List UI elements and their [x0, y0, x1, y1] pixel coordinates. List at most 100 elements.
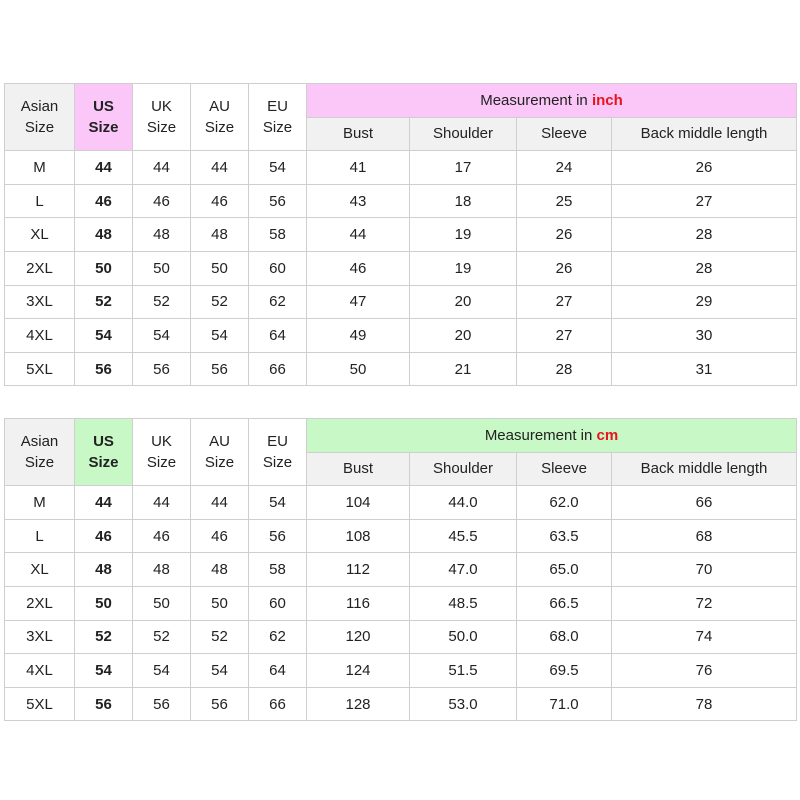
- cell-back-middle-length: 26: [611, 150, 797, 185]
- cell-sleeve: 68.0: [516, 619, 612, 655]
- cell-bust: 41: [306, 150, 410, 185]
- cell-bust: 116: [306, 585, 410, 621]
- cell-au-size: 44: [190, 485, 249, 520]
- header-eu-size: EU Size: [248, 82, 307, 152]
- cell-asian-size: M: [4, 150, 75, 185]
- cell-uk-size: 56: [132, 686, 191, 722]
- cell-shoulder: 20: [409, 318, 517, 353]
- measurement-prefix: Measurement in: [480, 91, 592, 109]
- cell-back-middle-length: 68: [610, 518, 798, 554]
- measurement-prefix: Measurement in: [484, 426, 597, 444]
- cell-au-size: 44: [190, 150, 249, 185]
- cell-uk-size: 54: [132, 653, 191, 688]
- cell-shoulder: 20: [409, 284, 517, 320]
- table-row: 4XL 54 54 54 64 49 20 27 30: [4, 318, 797, 353]
- cell-eu-size: 60: [248, 250, 307, 286]
- cell-asian-size: 3XL: [4, 619, 75, 655]
- cell-sleeve: 24: [516, 150, 612, 185]
- header-bust: Bust: [306, 451, 410, 487]
- cell-shoulder: 18: [409, 183, 517, 219]
- cell-asian-size: 5XL: [4, 351, 75, 387]
- header-back-middle-length: Back middle length: [610, 451, 798, 487]
- header-text: EU: [267, 98, 288, 116]
- cell-asian-size: M: [4, 485, 75, 520]
- header-text: Size: [24, 119, 55, 137]
- cell-us-size: 54: [74, 653, 133, 688]
- cell-asian-size: 3XL: [4, 284, 75, 320]
- header-text: EU: [267, 433, 288, 451]
- cell-sleeve: 62.0: [516, 485, 612, 520]
- cell-shoulder: 47.0: [409, 552, 517, 587]
- table-row: 4XL 54 54 54 64 124 51.5 69.5 76: [4, 653, 798, 688]
- size-table-inch: Asian Size US Size UK Size AU Size EU Si…: [4, 82, 797, 387]
- header-us-size: US Size: [74, 82, 133, 152]
- table-row: M 44 44 44 54 41 17 24 26: [4, 150, 797, 185]
- header-text: Size: [24, 454, 55, 472]
- cell-eu-size: 54: [248, 485, 307, 520]
- cell-eu-size: 64: [248, 653, 307, 688]
- cell-eu-size: 54: [248, 150, 307, 185]
- header-text: Size: [146, 454, 177, 472]
- cell-eu-size: 60: [248, 585, 307, 621]
- header-text: Asian: [20, 98, 59, 116]
- cell-us-size: 46: [74, 183, 133, 219]
- cell-back-middle-length: 70: [610, 552, 798, 587]
- cell-us-size: 52: [74, 284, 133, 320]
- cell-eu-size: 62: [248, 619, 307, 655]
- cell-eu-size: 56: [248, 183, 307, 219]
- header-eu-size: EU Size: [248, 417, 307, 487]
- cell-asian-size: 2XL: [4, 585, 75, 621]
- cell-asian-size: XL: [4, 552, 75, 587]
- cell-au-size: 48: [190, 552, 249, 587]
- cell-au-size: 46: [190, 518, 249, 554]
- cell-sleeve: 26: [516, 217, 612, 252]
- table-row: 2XL 50 50 50 60 116 48.5 66.5 72: [4, 585, 798, 621]
- cell-uk-size: 52: [132, 619, 191, 655]
- cell-uk-size: 54: [132, 318, 191, 353]
- header-text: Size: [204, 119, 235, 137]
- header-text: Size: [262, 119, 293, 137]
- cell-au-size: 50: [190, 585, 249, 621]
- header-us-size: US Size: [74, 417, 133, 487]
- table-row: XL 48 48 48 58 44 19 26 28: [4, 217, 797, 252]
- header-sleeve: Sleeve: [516, 116, 612, 152]
- cell-au-size: 52: [190, 619, 249, 655]
- cell-sleeve: 63.5: [516, 518, 612, 554]
- cell-bust: 112: [306, 552, 410, 587]
- cell-us-size: 48: [74, 552, 133, 587]
- table-row: L 46 46 46 56 108 45.5 63.5 68: [4, 518, 798, 554]
- cell-bust: 44: [306, 217, 410, 252]
- cell-uk-size: 48: [132, 552, 191, 587]
- cell-au-size: 56: [190, 686, 249, 722]
- cell-asian-size: L: [4, 518, 75, 554]
- cell-bust: 124: [306, 653, 410, 688]
- cell-shoulder: 44.0: [409, 485, 517, 520]
- cell-asian-size: 2XL: [4, 250, 75, 286]
- cell-back-middle-length: 76: [610, 653, 798, 688]
- cell-sleeve: 66.5: [516, 585, 612, 621]
- cell-us-size: 50: [74, 250, 133, 286]
- cell-us-size: 48: [74, 217, 133, 252]
- cell-eu-size: 56: [248, 518, 307, 554]
- cell-uk-size: 46: [132, 183, 191, 219]
- cell-shoulder: 51.5: [409, 653, 517, 688]
- cell-back-middle-length: 31: [611, 351, 797, 387]
- size-table-cm: Asian Size US Size UK Size AU Size EU Si…: [4, 417, 798, 722]
- table-row: 5XL 56 56 56 66 128 53.0 71.0 78: [4, 686, 798, 722]
- cell-shoulder: 45.5: [409, 518, 517, 554]
- header-measurement: Measurement in inch: [306, 83, 797, 118]
- cell-uk-size: 52: [132, 284, 191, 320]
- cell-uk-size: 44: [132, 150, 191, 185]
- cell-au-size: 46: [190, 183, 249, 219]
- cell-eu-size: 64: [248, 318, 307, 353]
- cell-back-middle-length: 28: [611, 217, 797, 252]
- cell-au-size: 50: [190, 250, 249, 286]
- cell-sleeve: 27: [516, 318, 612, 353]
- cell-back-middle-length: 74: [610, 619, 798, 655]
- measurement-unit: cm: [596, 426, 619, 444]
- cell-bust: 49: [306, 318, 410, 353]
- cell-eu-size: 62: [248, 284, 307, 320]
- cell-sleeve: 28: [516, 351, 612, 387]
- table-row: 3XL 52 52 52 62 47 20 27 29: [4, 284, 797, 320]
- cell-bust: 50: [306, 351, 410, 387]
